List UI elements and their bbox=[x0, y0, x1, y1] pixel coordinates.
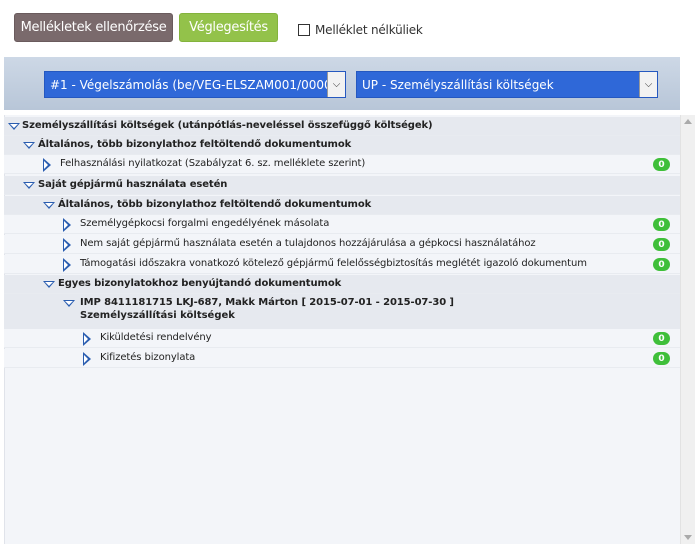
expand-icon[interactable] bbox=[8, 123, 20, 130]
tree-leaf-label: Személygépkocsi forgalmi engedélyének má… bbox=[80, 218, 330, 229]
expand-icon[interactable] bbox=[43, 202, 55, 209]
receipt-category: Személyszállítási költségek bbox=[80, 310, 235, 321]
tree-leaf-registration-copy[interactable]: Személygépkocsi forgalmi engedélyének má… bbox=[4, 215, 680, 234]
finalize-button[interactable]: Véglegesítés bbox=[179, 13, 278, 42]
count-badge: 0 bbox=[653, 158, 670, 171]
category-select[interactable]: UP - Személyszállítási költségek ⌵ bbox=[356, 71, 658, 98]
count-badge: 0 bbox=[653, 238, 670, 251]
no-attachment-filter[interactable]: Melléklet nélküliek bbox=[298, 23, 423, 37]
settlement-select[interactable]: #1 - Végelszámolás (be/VEG-ELSZAM001/000… bbox=[44, 71, 346, 98]
tree-leaf-label: Nem saját gépjármű használata esetén a t… bbox=[80, 238, 536, 249]
tree-leaf-label: Felhasználási nyilatkozat (Szabályzat 6.… bbox=[60, 158, 366, 169]
expand-icon[interactable] bbox=[23, 182, 35, 189]
tree-node-label: Általános, több bizonylathoz feltöltendő… bbox=[38, 139, 352, 150]
tree-leaf-label: Kifizetés bizonylata bbox=[100, 352, 196, 363]
tree-leaf-label: Támogatási időszakra vonatkozó kötelező … bbox=[80, 258, 587, 269]
tree-node-general-docs[interactable]: Általános, több bizonylathoz feltöltendő… bbox=[4, 136, 680, 155]
document-icon bbox=[63, 258, 71, 272]
tree-leaf-usage-statement[interactable]: Felhasználási nyilatkozat (Szabályzat 6.… bbox=[4, 155, 680, 174]
no-attachment-label: Melléklet nélküliek bbox=[315, 23, 423, 37]
chevron-down-icon[interactable]: ⌵ bbox=[327, 72, 345, 97]
tree-scrollbar[interactable] bbox=[680, 115, 695, 544]
tree-node-individual-docs[interactable]: Egyes bizonylatokhoz benyújtandó dokumen… bbox=[4, 275, 680, 294]
expand-icon[interactable] bbox=[43, 281, 55, 288]
tree-node-root[interactable]: Személyszállítási költségek (utánpótlás-… bbox=[4, 117, 680, 136]
document-icon bbox=[63, 238, 71, 252]
tree-node-receipt[interactable]: IMP 8411181715 LKJ-687, Makk Márton [ 20… bbox=[4, 294, 680, 332]
tree-leaf-insurance[interactable]: Támogatási időszakra vonatkozó kötelező … bbox=[4, 255, 680, 274]
tree-node-own-vehicle[interactable]: Saját gépjármű használata esetén bbox=[4, 176, 680, 195]
expand-icon[interactable] bbox=[23, 142, 35, 149]
tree-leaf-label: Kiküldetési rendelvény bbox=[100, 332, 212, 343]
tree-leaf-owner-consent[interactable]: Nem saját gépjármű használata esetén a t… bbox=[4, 235, 680, 254]
tree-node-label: Saját gépjármű használata esetén bbox=[38, 179, 228, 190]
chevron-down-icon[interactable]: ⌵ bbox=[639, 72, 657, 97]
tree-node-own-vehicle-general[interactable]: Általános, több bizonylathoz feltöltendő… bbox=[4, 196, 680, 215]
tree-node-label: Általános, több bizonylathoz feltöltendő… bbox=[58, 199, 372, 210]
category-select-value: UP - Személyszállítási költségek bbox=[362, 77, 554, 92]
document-icon bbox=[83, 332, 91, 346]
filter-bar: #1 - Végelszámolás (be/VEG-ELSZAM001/000… bbox=[4, 57, 680, 110]
receipt-title: IMP 8411181715 LKJ-687, Makk Márton [ 20… bbox=[80, 297, 454, 308]
tree-node-label: Egyes bizonylatokhoz benyújtandó dokumen… bbox=[58, 278, 342, 289]
expand-icon[interactable] bbox=[63, 300, 75, 307]
tree-leaf-travel-order[interactable]: Kiküldetési rendelvény 0 bbox=[4, 329, 680, 348]
count-badge: 0 bbox=[653, 332, 670, 345]
scroll-down-icon[interactable] bbox=[684, 535, 692, 540]
count-badge: 0 bbox=[653, 258, 670, 271]
tree-node-label: Személyszállítási költségek (utánpótlás-… bbox=[22, 120, 433, 131]
document-icon bbox=[43, 158, 51, 172]
document-icon bbox=[63, 218, 71, 232]
count-badge: 0 bbox=[653, 352, 670, 365]
count-badge: 0 bbox=[653, 218, 670, 231]
scroll-up-icon[interactable] bbox=[684, 119, 692, 124]
no-attachment-checkbox[interactable] bbox=[298, 24, 310, 36]
settlement-select-value: #1 - Végelszámolás (be/VEG-ELSZAM001/000… bbox=[50, 77, 327, 92]
toolbar: Mellékletek ellenőrzése Véglegesítés Mel… bbox=[0, 0, 697, 54]
check-attachments-button[interactable]: Mellékletek ellenőrzése bbox=[14, 13, 173, 42]
tree-leaf-payment-receipt[interactable]: Kifizetés bizonylata 0 bbox=[4, 349, 680, 368]
document-icon bbox=[83, 352, 91, 366]
